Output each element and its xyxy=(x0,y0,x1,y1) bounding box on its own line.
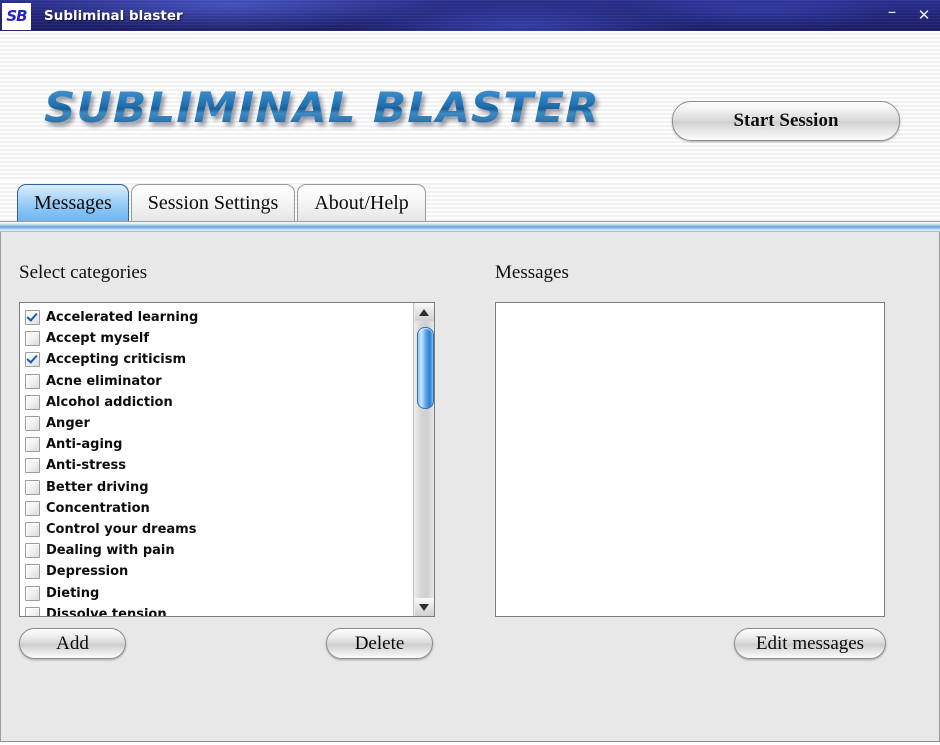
app-icon: SB xyxy=(2,2,31,30)
checkbox-unchecked-icon[interactable] xyxy=(25,394,40,410)
list-item[interactable]: Anti-stress xyxy=(25,455,413,476)
edit-messages-button[interactable]: Edit messages xyxy=(734,628,886,659)
list-item-label: Anger xyxy=(46,416,90,432)
list-item-label: Control your dreams xyxy=(46,521,197,537)
tab-session-settings[interactable]: Session Settings xyxy=(130,184,296,221)
checkbox-unchecked-icon[interactable] xyxy=(25,606,40,616)
list-item[interactable]: Dieting xyxy=(25,582,413,603)
list-item[interactable]: Control your dreams xyxy=(25,519,413,540)
list-item[interactable]: Better driving xyxy=(25,477,413,498)
select-categories-label: Select categories xyxy=(19,262,148,283)
tab-about-help-label: About/Help xyxy=(314,191,409,214)
window-title: Subliminal blaster xyxy=(44,7,183,24)
list-item[interactable]: Depression xyxy=(25,561,413,582)
categories-scrollbar[interactable] xyxy=(413,303,434,616)
delete-button[interactable]: Delete xyxy=(326,628,433,659)
list-item-label: Accepting criticism xyxy=(46,352,187,368)
tab-bar: Messages Session Settings About/Help xyxy=(0,181,940,221)
app-logo: SUBLIMINAL BLASTER xyxy=(44,83,600,132)
list-item-label: Dissolve tension xyxy=(46,606,167,616)
app-icon-label: SB xyxy=(6,6,27,25)
checkbox-unchecked-icon[interactable] xyxy=(25,521,40,537)
tab-messages[interactable]: Messages xyxy=(17,184,129,221)
list-item[interactable]: Anger xyxy=(25,413,413,434)
checkbox-unchecked-icon[interactable] xyxy=(25,331,40,347)
scrollbar-thumb[interactable] xyxy=(416,327,434,409)
tab-underline-divider xyxy=(0,221,940,232)
checkbox-unchecked-icon[interactable] xyxy=(25,585,40,601)
list-item-label: Acne eliminator xyxy=(46,373,162,389)
list-item[interactable]: Alcohol addiction xyxy=(25,392,413,413)
list-item[interactable]: Acne eliminator xyxy=(25,371,413,392)
start-session-label: Start Session xyxy=(733,110,839,131)
tab-about-help[interactable]: About/Help xyxy=(297,184,426,221)
list-item-label: Dieting xyxy=(46,585,100,601)
list-item-label: Anti-aging xyxy=(46,437,123,453)
list-item[interactable]: Dissolve tension xyxy=(25,604,413,616)
tab-content-panel: Select categories Messages Accelerated l… xyxy=(0,232,940,742)
list-item[interactable]: Accelerated learning xyxy=(25,307,413,328)
tab-messages-label: Messages xyxy=(34,191,112,214)
list-item-label: Better driving xyxy=(46,479,149,495)
list-item[interactable]: Accepting criticism xyxy=(25,349,413,370)
list-item[interactable]: Anti-aging xyxy=(25,434,413,455)
checkbox-unchecked-icon[interactable] xyxy=(25,373,40,389)
add-button-label: Add xyxy=(56,632,89,654)
list-item[interactable]: Dealing with pain xyxy=(25,540,413,561)
list-item-label: Accelerated learning xyxy=(46,310,199,326)
start-session-button[interactable]: Start Session xyxy=(672,101,900,141)
scroll-up-button[interactable] xyxy=(414,303,434,321)
checkbox-unchecked-icon[interactable] xyxy=(25,458,40,474)
messages-label: Messages xyxy=(495,262,569,283)
triangle-down-icon xyxy=(419,603,429,611)
categories-listbox[interactable]: Accelerated learning Accept myself Accepti… xyxy=(19,302,435,617)
list-item-label: Concentration xyxy=(46,500,150,516)
scrollbar-track[interactable] xyxy=(415,321,434,598)
application-window: SB Subliminal blaster – ✕ SUBLIMINAL BLA… xyxy=(0,0,940,745)
checkbox-unchecked-icon[interactable] xyxy=(25,543,40,559)
checkbox-checked-icon[interactable] xyxy=(25,352,40,368)
list-item-label: Accept myself xyxy=(46,331,150,347)
list-item-label: Dealing with pain xyxy=(46,543,175,559)
delete-button-label: Delete xyxy=(354,632,405,654)
checkbox-unchecked-icon[interactable] xyxy=(25,564,40,580)
categories-list: Accelerated learning Accept myself Accepti… xyxy=(20,303,413,616)
window-controls: – ✕ xyxy=(884,0,932,31)
checkbox-unchecked-icon[interactable] xyxy=(25,416,40,432)
tab-session-settings-label: Session Settings xyxy=(147,191,279,214)
header-banner: SUBLIMINAL BLASTER SUBLIMINAL BLASTER St… xyxy=(0,31,940,181)
list-item-label: Anti-stress xyxy=(46,458,127,474)
triangle-up-icon xyxy=(419,308,429,316)
edit-messages-button-label: Edit messages xyxy=(755,632,865,654)
list-item-label: Depression xyxy=(46,564,129,580)
scroll-down-button[interactable] xyxy=(414,598,434,616)
list-item-label: Alcohol addiction xyxy=(46,394,173,410)
checkbox-unchecked-icon[interactable] xyxy=(25,437,40,453)
title-bar: SB Subliminal blaster – ✕ xyxy=(0,0,940,31)
messages-listbox[interactable] xyxy=(495,302,885,617)
minimize-icon[interactable]: – xyxy=(884,4,900,21)
checkbox-unchecked-icon[interactable] xyxy=(25,500,40,516)
checkbox-checked-icon[interactable] xyxy=(25,310,40,326)
list-item[interactable]: Concentration xyxy=(25,498,413,519)
close-icon[interactable]: ✕ xyxy=(916,8,932,23)
add-button[interactable]: Add xyxy=(19,628,126,659)
list-item[interactable]: Accept myself xyxy=(25,328,413,349)
checkbox-unchecked-icon[interactable] xyxy=(25,479,40,495)
